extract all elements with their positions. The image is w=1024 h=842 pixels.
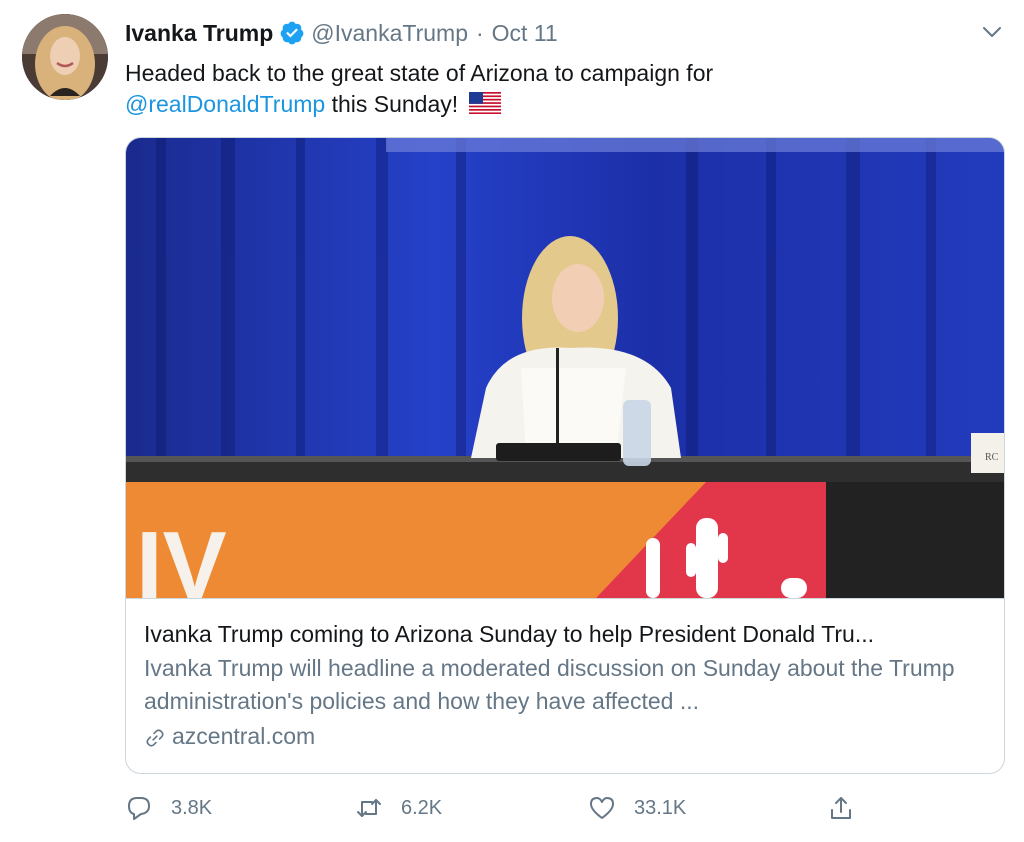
author-handle[interactable]: @IvankaTrump bbox=[311, 20, 468, 47]
card-title: Ivanka Trump coming to Arizona Sunday to… bbox=[144, 621, 875, 647]
reply-count: 3.8K bbox=[171, 796, 213, 819]
tweet-text-body: Headed back to the great state of Arizon… bbox=[125, 60, 714, 86]
verified-badge-icon bbox=[279, 20, 305, 46]
card-meta[interactable]: Ivanka Trump coming to Arizona Sunday to… bbox=[126, 598, 1004, 773]
card-image[interactable]: RC IV bbox=[126, 138, 1004, 598]
like-count: 33.1K bbox=[634, 796, 687, 819]
tweet-header: Ivanka Trump @IvankaTrump · Oct 11 bbox=[125, 18, 558, 48]
tweet-text: Headed back to the great state of Arizon… bbox=[125, 58, 985, 122]
more-options-chevron-down-icon[interactable] bbox=[978, 18, 1006, 46]
header-separator: · bbox=[476, 19, 484, 46]
retweet-count: 6.2K bbox=[401, 796, 443, 819]
card-domain: azcentral.com bbox=[144, 721, 988, 752]
like-button[interactable]: 33.1K bbox=[588, 790, 686, 826]
share-button[interactable] bbox=[827, 790, 873, 826]
banner-text: IV bbox=[136, 512, 227, 598]
placard-text: RC bbox=[985, 452, 999, 463]
share-icon bbox=[831, 797, 851, 819]
author-name[interactable]: Ivanka Trump bbox=[125, 20, 273, 47]
retweet-icon bbox=[357, 799, 381, 817]
avatar[interactable] bbox=[22, 14, 108, 100]
mention-link[interactable]: @realDonaldTrump bbox=[125, 91, 325, 117]
reply-icon bbox=[128, 797, 150, 820]
tweet-text-tail: this Sunday! bbox=[325, 91, 459, 117]
retweet-button[interactable]: 6.2K bbox=[355, 790, 442, 826]
card-domain-text: azcentral.com bbox=[172, 723, 316, 749]
tweet-date[interactable]: Oct 11 bbox=[492, 20, 558, 47]
tweet-actions: 3.8K 6.2K 33.1K bbox=[125, 790, 885, 826]
link-preview-card[interactable]: RC IV Ivanka Trump coming to Arizona Sun… bbox=[125, 137, 1005, 774]
link-icon bbox=[144, 726, 166, 748]
card-description: Ivanka Trump will headline a moderated d… bbox=[144, 655, 955, 714]
reply-button[interactable]: 3.8K bbox=[125, 790, 212, 826]
us-flag-icon bbox=[468, 91, 501, 122]
heart-icon bbox=[590, 797, 614, 819]
